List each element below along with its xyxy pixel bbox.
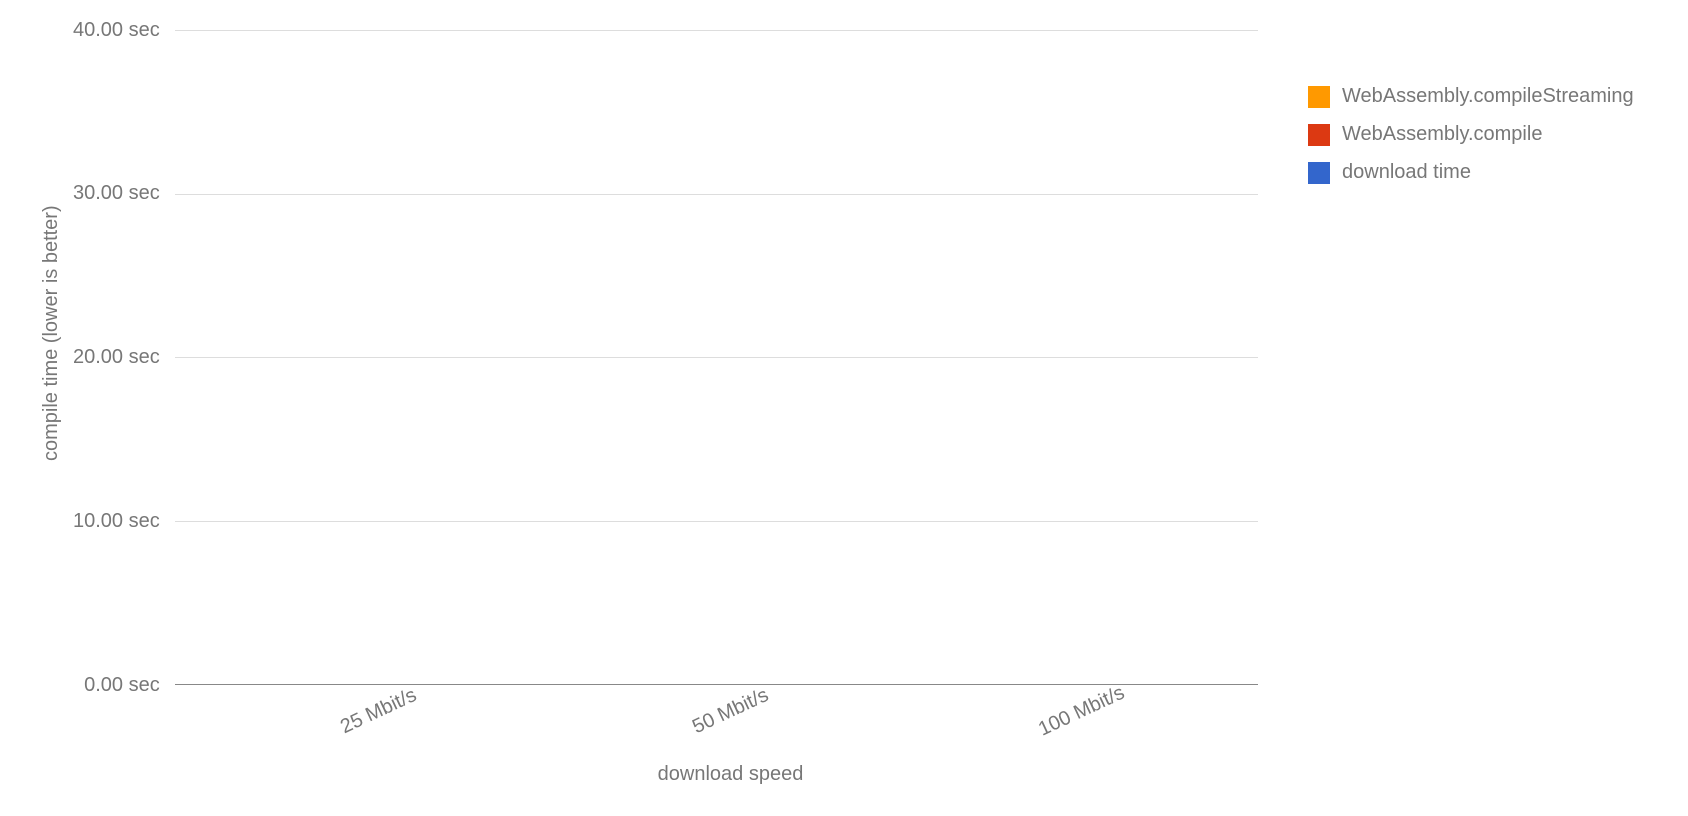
x-axis-ticks: 25 Mbit/s 50 Mbit/s 100 Mbit/s — [73, 700, 1258, 723]
legend-swatch-icon — [1308, 124, 1330, 146]
plot-area — [175, 30, 1258, 685]
legend-item-download: download time — [1308, 161, 1658, 184]
legend-label: download time — [1342, 161, 1471, 184]
legend: WebAssembly.compileStreaming WebAssembly… — [1258, 30, 1658, 786]
bars-area — [175, 30, 1258, 684]
y-axis-label: compile time (lower is better) — [30, 30, 73, 636]
chart-body: 40.00 sec 30.00 sec 20.00 sec 10.00 sec … — [73, 30, 1258, 786]
legend-label: WebAssembly.compile — [1342, 123, 1542, 146]
y-axis-ticks: 40.00 sec 30.00 sec 20.00 sec 10.00 sec … — [73, 30, 175, 685]
chart-container: compile time (lower is better) 40.00 sec… — [30, 30, 1658, 786]
legend-item-streaming: WebAssembly.compileStreaming — [1308, 85, 1658, 108]
legend-item-compile: WebAssembly.compile — [1308, 123, 1658, 146]
legend-swatch-icon — [1308, 86, 1330, 108]
legend-swatch-icon — [1308, 162, 1330, 184]
legend-label: WebAssembly.compileStreaming — [1342, 85, 1634, 108]
